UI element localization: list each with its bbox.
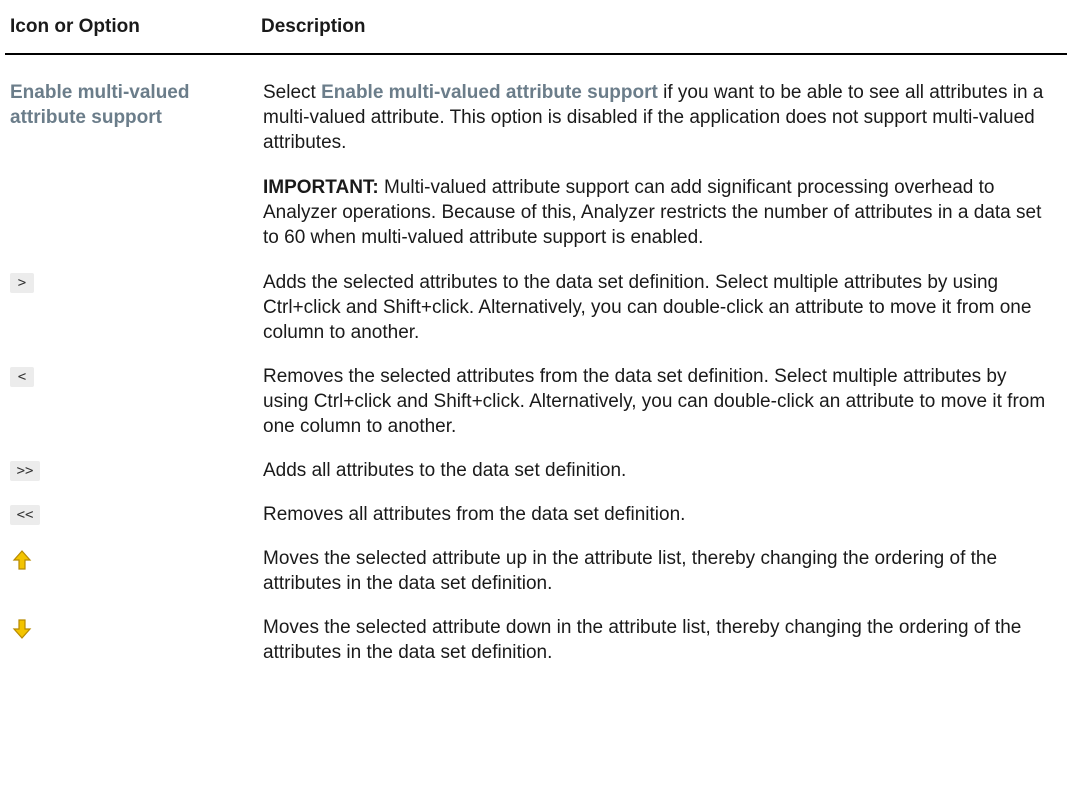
remove-selected-icon: < [10, 367, 34, 387]
row-description: Adds the selected attributes to the data… [263, 272, 1032, 343]
row-description: Select Enable multi-valued attribute sup… [263, 80, 1067, 250]
row-description: Adds all attributes to the data set defi… [263, 460, 627, 481]
table-row: >> Adds all attributes to the data set d… [5, 458, 1067, 483]
important-label: IMPORTANT: [263, 177, 379, 198]
table-row: Enable multi-valued attribute support Se… [5, 80, 1067, 250]
row-description: Moves the selected attribute down in the… [263, 617, 1022, 663]
add-all-icon: >> [10, 461, 40, 481]
table-header: Icon or Option Description [5, 0, 1067, 55]
table-row: Moves the selected attribute up in the a… [5, 546, 1067, 596]
desc-text: Select [263, 82, 322, 103]
row-description: Removes the selected attributes from the… [263, 366, 1046, 437]
icon-option-table: Icon or Option Description Enable multi-… [5, 0, 1067, 665]
enable-multi-valued-option: Enable multi-valued attribute support [10, 82, 190, 128]
row-description: Removes all attributes from the data set… [263, 504, 686, 525]
important-text: Multi-valued attribute support can add s… [263, 177, 1042, 248]
header-description: Description [261, 16, 366, 37]
add-selected-icon: > [10, 273, 34, 293]
table-row: << Removes all attributes from the data … [5, 502, 1067, 527]
move-down-arrow-icon [10, 617, 34, 641]
table-row: Moves the selected attribute down in the… [5, 615, 1067, 665]
header-icon-or-option: Icon or Option [10, 15, 140, 37]
table-row: > Adds the selected attributes to the da… [5, 270, 1067, 345]
remove-all-icon: << [10, 505, 40, 525]
row-description: Moves the selected attribute up in the a… [263, 548, 998, 594]
move-up-arrow-icon [10, 548, 34, 572]
table-row: < Removes the selected attributes from t… [5, 364, 1067, 439]
desc-keyword: Enable multi-valued attribute support [321, 82, 658, 103]
